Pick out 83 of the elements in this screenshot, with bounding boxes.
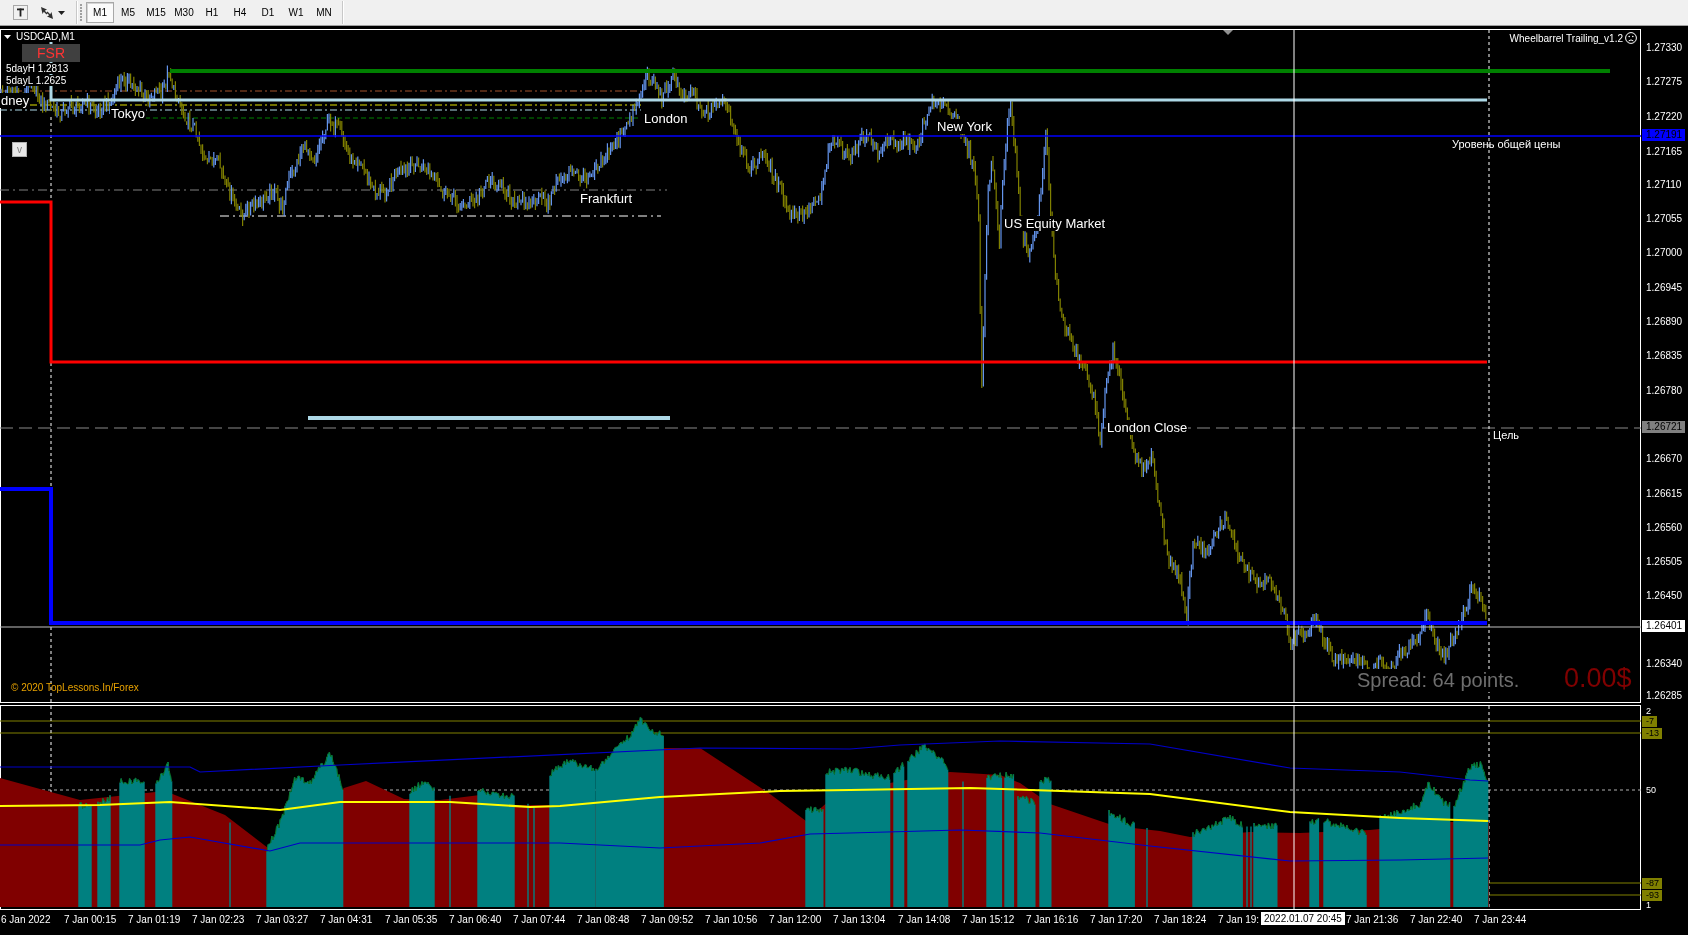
indicator-axis-label: 1 (1645, 900, 1652, 911)
symbol-title: USDCAD,M1 (15, 31, 76, 42)
copyright-text: © 2020 TopLessons.In/Forex (11, 682, 139, 693)
time-axis-label: 7 Jan 10:56 (705, 913, 758, 926)
price-axis-label: 1.26780 (1645, 385, 1684, 397)
price-axis-label: 1.26890 (1645, 316, 1684, 328)
price-axis-label: 1.26285 (1645, 690, 1684, 702)
time-axis-label: 7 Jan 19: (1218, 913, 1260, 926)
timeframe-button[interactable]: M5 (114, 2, 142, 23)
level-label: Цель (1493, 429, 1520, 441)
timeframe-button[interactable]: M15 (142, 2, 170, 23)
price-axis-label: 1.27275 (1645, 76, 1684, 88)
price-axis-label: 1.27055 (1645, 213, 1684, 225)
price-tag: 1.26721 (1642, 421, 1686, 433)
five-day-stat: 5dayL 1.2625 (5, 75, 68, 86)
time-axis-label: 7 Jan 13:04 (833, 913, 886, 926)
fsr-label: FSR (22, 44, 80, 62)
session-label: dney (0, 93, 31, 108)
time-axis-label: 7 Jan 06:40 (449, 913, 502, 926)
price-axis-label: 1.27330 (1645, 42, 1684, 54)
session-label: London Close (1106, 420, 1189, 435)
price-axis-label: 1.26835 (1645, 350, 1684, 362)
session-label: New York (936, 119, 993, 134)
indicator-axis-label: 2 (1645, 706, 1652, 717)
session-label: Frankfurt (579, 191, 633, 206)
price-axis-label: 1.27110 (1645, 179, 1683, 191)
level-tag: -87 (1642, 878, 1662, 889)
price-axis-label: 1.26340 (1645, 658, 1684, 670)
price-axis-label: 1.26615 (1645, 488, 1684, 500)
session-label: London (643, 111, 689, 126)
time-axis-label: 7 Jan 15:12 (962, 913, 1015, 926)
timeframe-button[interactable]: H4 (226, 2, 254, 23)
price-axis-label: 1.26505 (1645, 556, 1684, 568)
time-axis-label: 7 Jan 16:16 (1026, 913, 1079, 926)
time-axis-label: 7 Jan 21:36 (1346, 913, 1399, 926)
price-tag: 1.26401 (1642, 620, 1686, 632)
arrows-icon (39, 4, 55, 21)
level-tag: -13 (1642, 728, 1662, 739)
level-tag: -93 (1642, 890, 1662, 901)
price-axis-label: 1.27165 (1645, 146, 1684, 158)
timeframe-button[interactable]: H1 (198, 2, 226, 23)
price-axis-label: 1.27220 (1645, 111, 1684, 123)
indicator-axis-label: 50 (1645, 785, 1657, 796)
time-axis-label: 7 Jan 04:31 (320, 913, 373, 926)
time-axis-label: 7 Jan 23:44 (1474, 913, 1527, 926)
price-axis-label: 1.26670 (1645, 453, 1684, 465)
time-axis-label: 7 Jan 08:48 (577, 913, 630, 926)
time-axis-label: 7 Jan 14:08 (898, 913, 951, 926)
time-axis-label: 7 Jan 18:24 (1154, 913, 1207, 926)
timeframe-button[interactable]: M30 (170, 2, 198, 23)
time-axis-label: 7 Jan 12:00 (769, 913, 822, 926)
price-axis-label: 1.26450 (1645, 590, 1684, 602)
crosshair-time-label: 2022.01.07 20:45 (1261, 912, 1345, 925)
timeframe-button[interactable]: D1 (254, 2, 282, 23)
text-tool-icon (13, 5, 28, 20)
time-axis-label: 7 Jan 22:40 (1410, 913, 1463, 926)
price-tag: 1.27191 (1642, 129, 1686, 141)
timeframe-button[interactable]: W1 (282, 2, 310, 23)
profit-text: 0.00$ (1564, 663, 1632, 694)
time-axis-label: 7 Jan 09:52 (641, 913, 694, 926)
sad-face-icon (1625, 32, 1637, 44)
price-axis-label: 1.27000 (1645, 247, 1684, 259)
five-day-stat: 5dayH 1.2813 (5, 63, 70, 74)
level-tag: -7 (1642, 716, 1657, 727)
time-axis-label: 7 Jan 01:19 (128, 913, 181, 926)
price-axis-label: 1.26560 (1645, 522, 1684, 534)
time-axis-label: 6 Jan 2022 (1, 913, 51, 926)
time-axis-label: 7 Jan 03:27 (256, 913, 309, 926)
session-label: Tokyo (110, 106, 146, 121)
session-label: US Equity Market (1003, 216, 1107, 231)
time-axis-label: 7 Jan 00:15 (64, 913, 117, 926)
caret-icon (58, 10, 65, 15)
expert-name: Wheelbarrel Trailing_v1.2 (1509, 32, 1623, 44)
shift-marker-icon (1223, 30, 1233, 35)
caret-icon (4, 34, 11, 39)
timeframe-button[interactable]: M1 (86, 2, 114, 23)
time-axis-label: 7 Jan 17:20 (1090, 913, 1143, 926)
timeframe-button[interactable]: MN (310, 2, 338, 23)
time-axis-label: 7 Jan 05:35 (385, 913, 438, 926)
time-axis-label: 7 Jan 07:44 (513, 913, 566, 926)
price-axis-label: 1.26945 (1645, 282, 1684, 294)
level-label: Уровень общей цены (1452, 138, 1561, 150)
time-axis-label: 7 Jan 02:23 (192, 913, 245, 926)
